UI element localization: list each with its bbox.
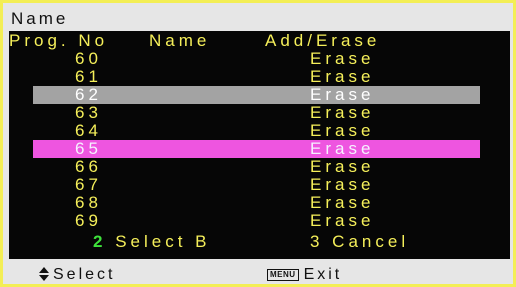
up-down-arrow-icon [39,267,49,281]
column-header-name: Name [149,31,211,50]
prog-number: 67 [75,175,102,194]
erase-action[interactable]: Erase [310,122,374,140]
erase-action[interactable]: Erase [310,212,374,230]
prog-number: 61 [75,67,102,86]
prog-number: 65 [75,139,102,158]
program-row-69[interactable]: 69 Erase [9,212,510,230]
program-row-65-highlighted[interactable]: 65 Erase [33,140,480,158]
prog-number: 69 [75,211,102,230]
osd-window: Name Prog. No Name Add/Erase 60 Erase 61… [0,0,516,287]
erase-action[interactable]: Erase [310,104,374,122]
window-title: Name [11,9,69,28]
prog-number: 64 [75,121,102,140]
status-bar: Select MENU Exit [3,261,513,287]
select-hint-label: Select [53,266,116,283]
select-hint: Select [39,266,115,284]
select-b-button[interactable]: 2 Select B [93,231,211,253]
program-row-61[interactable]: 61 Erase [9,68,510,86]
erase-action[interactable]: Erase [310,176,374,194]
program-row-66[interactable]: 66 Erase [9,158,510,176]
program-rows: 60 Erase 61 Erase 62 Erase 63 Erase 64 E… [9,50,510,230]
erase-action[interactable]: Erase [310,68,374,86]
program-row-60[interactable]: 60 Erase [9,50,510,68]
prog-number: 66 [75,157,102,176]
select-b-label: Select B [115,232,211,251]
erase-action[interactable]: Erase [310,86,374,104]
prog-number: 60 [75,49,102,68]
erase-action[interactable]: Erase [310,50,374,68]
cancel-button[interactable]: 3 Cancel [310,231,409,253]
program-row-64[interactable]: 64 Erase [9,122,510,140]
prog-number: 63 [75,103,102,122]
select-b-number: 2 [93,232,107,251]
exit-hint: MENU Exit [267,266,342,284]
erase-action[interactable]: Erase [310,140,374,158]
column-header-prog-no: Prog. No [9,31,109,50]
program-row-63[interactable]: 63 Erase [9,104,510,122]
prog-number: 68 [75,193,102,212]
action-buttons: 2 Select B 3 Cancel [9,231,510,253]
program-row-68[interactable]: 68 Erase [9,194,510,212]
column-header-add-erase: Add/Erase [265,31,381,50]
program-list-panel: Prog. No Name Add/Erase 60 Erase 61 Eras… [9,31,510,259]
prog-number: 62 [75,85,102,104]
erase-action[interactable]: Erase [310,194,374,212]
program-row-67[interactable]: 67 Erase [9,176,510,194]
erase-action[interactable]: Erase [310,158,374,176]
exit-hint-label: Exit [303,266,343,283]
program-row-62-selected[interactable]: 62 Erase [33,86,480,104]
menu-key-icon: MENU [267,269,299,281]
